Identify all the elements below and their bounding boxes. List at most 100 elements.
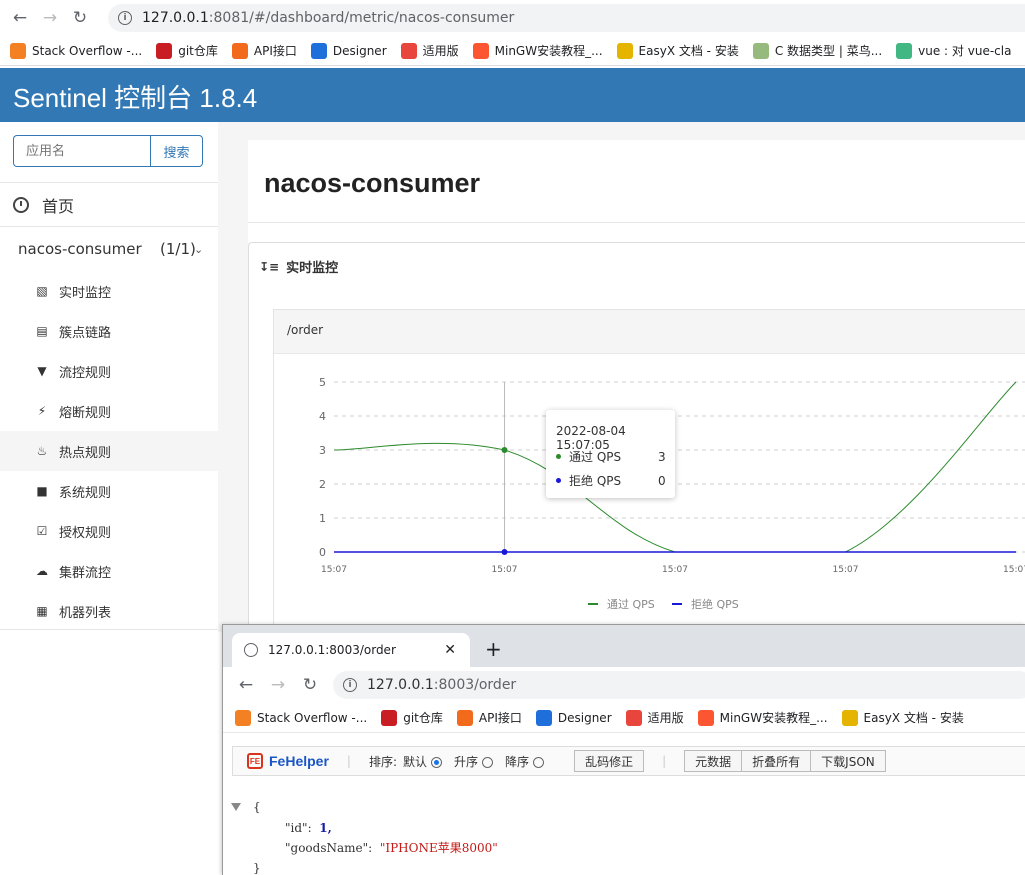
sidebar-item-5[interactable]: ■ 系统规则	[0, 471, 218, 511]
url-text-2[interactable]: 127.0.0.1:8003/order	[367, 677, 516, 693]
bookmark-label: git仓库	[178, 44, 218, 58]
panel-header: ↧≡ 实时监控	[259, 257, 338, 277]
browser-toolbar-2: ← → ↻ i 127.0.0.1:8003/order	[223, 667, 1025, 703]
bookmark-label: EasyX 文档 - 安装	[638, 44, 739, 58]
sort-label: 排序:	[368, 754, 398, 769]
url-text[interactable]: 127.0.0.1:8081/#/dashboard/metric/nacos-…	[142, 10, 514, 26]
gitee-icon	[381, 709, 398, 726]
second-browser-window: 127.0.0.1:8003/order ✕ + ← → ↻ i 127.0.0…	[222, 624, 1025, 875]
api-icon	[456, 709, 473, 726]
sidebar-item-7[interactable]: ☁ 集群流控	[0, 551, 218, 591]
vue-icon	[896, 42, 913, 59]
sort-icon: ↧≡	[259, 259, 280, 274]
sort-default-radio[interactable]	[431, 756, 443, 768]
x-tick-label: 15:07	[833, 565, 859, 575]
fehelper-logo[interactable]: FE FeHelper	[247, 753, 329, 769]
app-machine-count: (1/1)	[160, 240, 196, 258]
site-info-icon[interactable]: i	[118, 11, 132, 25]
bookmark-item[interactable]: API接口	[231, 42, 297, 59]
easyx-icon	[616, 42, 633, 59]
check-icon: ☑	[36, 524, 48, 538]
app-search-input[interactable]	[13, 135, 150, 167]
sidebar-item-4[interactable]: ♨ 热点规则	[0, 431, 218, 471]
x-tick-label: 15:07	[321, 565, 347, 575]
bookmark-item[interactable]: 适用版	[625, 709, 684, 726]
tooltip-pass-label: 通过 QPS	[569, 450, 622, 464]
reload-icon[interactable]: ↻	[65, 3, 95, 33]
legend-label-0: 通过 QPS	[607, 598, 655, 611]
sidebar-item-1[interactable]: ▤ 簇点链路	[0, 311, 218, 351]
bookmark-item[interactable]: C 数据类型 | 菜鸟...	[752, 42, 882, 59]
bookmark-item[interactable]: MinGW安装教程_...	[697, 709, 828, 726]
chevron-down-icon: ⌄	[194, 242, 204, 256]
bookmark-item[interactable]: 适用版	[400, 42, 459, 59]
sidebar-item-2[interactable]: ▼ 流控规则	[0, 351, 218, 391]
fehelper-toolbar: FE FeHelper | 排序: 默认 升序 降序 乱码修正 | 元数据 折叠…	[232, 746, 1025, 776]
bookmark-item[interactable]: vue : 对 vue-cla	[896, 42, 1011, 59]
chart-header: /order	[274, 310, 1025, 354]
bookmark-item[interactable]: git仓库	[156, 42, 218, 59]
y-tick-label: 0	[319, 546, 326, 559]
easyx-icon	[841, 709, 858, 726]
home-label: 首页	[42, 196, 75, 216]
new-tab-icon[interactable]: +	[485, 637, 502, 661]
fold-all-button[interactable]: 折叠所有	[742, 750, 812, 772]
app-name: nacos-consumer	[18, 240, 142, 258]
tooltip-block-value: 0	[658, 473, 666, 488]
main-area: nacos-consumer ↧≡ 实时监控 /order 0 1 2 3 4 5 15:0…	[218, 122, 1025, 632]
tooltip-pass-row: 通过 QPS 3	[556, 448, 666, 465]
app-group-toggle[interactable]: nacos-consumer (1/1) ⌄	[0, 227, 218, 271]
pass-dot-icon	[556, 454, 561, 459]
forward-icon[interactable]: →	[35, 3, 65, 33]
back-icon[interactable]: ←	[231, 670, 261, 700]
reload-icon[interactable]: ↻	[295, 670, 325, 700]
sidebar-item-3[interactable]: ⚡ 熔断规则	[0, 391, 218, 431]
close-icon[interactable]: ✕	[444, 642, 456, 658]
bookmark-item[interactable]: Designer	[535, 709, 612, 726]
sort-asc-radio[interactable]	[482, 756, 494, 768]
designer-icon	[310, 42, 327, 59]
bookmark-item[interactable]: API接口	[456, 709, 522, 726]
sort-asc-label: 升序	[454, 754, 479, 769]
address-bar-2[interactable]: i 127.0.0.1:8003/order	[333, 671, 1025, 699]
bookmarks-bar: Stack Overflow -... git仓库 API接口 Designer 适用版…	[0, 36, 1025, 66]
site-info-icon[interactable]: i	[343, 678, 357, 692]
back-icon[interactable]: ←	[5, 3, 35, 33]
sidebar-item-8[interactable]: ▦ 机器列表	[0, 591, 218, 631]
resource-name: /order	[287, 323, 324, 337]
bookmark-label: API接口	[478, 711, 522, 725]
x-tick-label: 15:07	[492, 565, 518, 575]
forward-icon[interactable]: →	[263, 670, 293, 700]
tab-order[interactable]: 127.0.0.1:8003/order ✕	[232, 633, 470, 667]
fire-icon: ♨	[36, 444, 48, 458]
toolbar-separator: |	[662, 754, 667, 768]
bookmark-item[interactable]: MinGW安装教程_...	[472, 42, 603, 59]
sort-default-label: 默认	[403, 754, 428, 769]
content-panel: nacos-consumer ↧≡ 实时监控 /order 0 1 2 3 4 5 15:0…	[248, 140, 1025, 631]
bookmark-item[interactable]: EasyX 文档 - 安装	[841, 709, 964, 726]
metadata-button[interactable]: 元数据	[684, 750, 743, 772]
series-line-0	[333, 381, 1017, 553]
toolbar-separator: |	[346, 754, 351, 768]
sort-desc-radio[interactable]	[533, 756, 545, 768]
bookmarks-bar-2: Stack Overflow -... git仓库 API接口 Designer 适用版…	[223, 703, 1025, 733]
series-point-0	[501, 447, 508, 453]
address-bar[interactable]: i 127.0.0.1:8081/#/dashboard/metric/naco…	[108, 4, 1025, 32]
search-button[interactable]: 搜索	[150, 135, 203, 167]
collapse-triangle-icon[interactable]	[231, 803, 241, 811]
sidebar-item-6[interactable]: ☑ 授权规则	[0, 511, 218, 551]
sidebar-item-label: 授权规则	[59, 525, 112, 541]
bookmark-item[interactable]: git仓库	[381, 709, 443, 726]
x-tick-label: 15:07	[662, 565, 688, 575]
bookmark-item[interactable]: EasyX 文档 - 安装	[616, 42, 739, 59]
app-title[interactable]: Sentinel 控制台 1.8.4	[13, 78, 257, 115]
sidebar-item-home[interactable]: 首页	[0, 182, 218, 227]
bookmark-item[interactable]: Stack Overflow -...	[235, 709, 367, 726]
json-open-brace: {	[253, 800, 261, 814]
download-json-button[interactable]: 下载JSON	[811, 750, 886, 772]
bookmark-item[interactable]: Stack Overflow -...	[10, 42, 142, 59]
json-close-brace: }	[253, 861, 261, 875]
fix-encoding-button[interactable]: 乱码修正	[574, 750, 645, 772]
bookmark-item[interactable]: Designer	[310, 42, 387, 59]
sidebar-item-0[interactable]: ▧ 实时监控	[0, 271, 218, 311]
